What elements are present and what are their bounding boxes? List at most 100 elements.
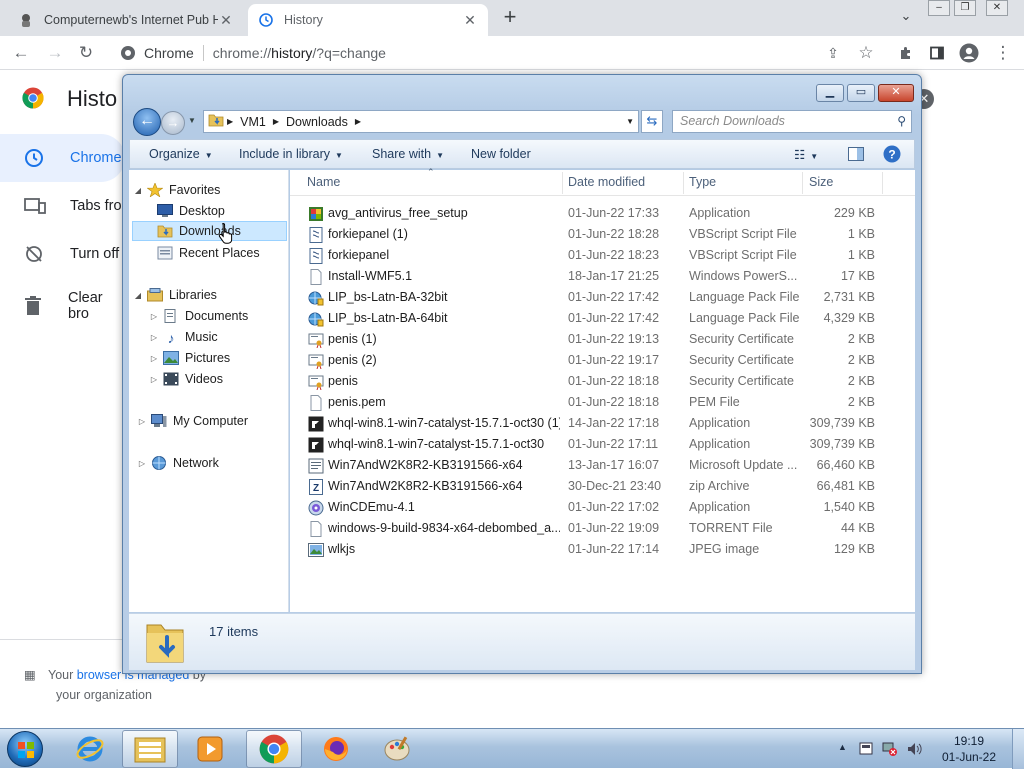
explorer-maximize-button[interactable]: ▭ (847, 84, 875, 102)
file-row[interactable]: whql-win8.1-win7-catalyst-15.7.1-oct30 01… (290, 434, 915, 455)
action-center-flag-icon[interactable] (858, 741, 874, 757)
tab-close-icon[interactable]: ✕ (462, 12, 478, 29)
file-row[interactable]: penis (2) 01-Jun-22 19:17 Security Certifi… (290, 350, 915, 371)
file-row[interactable]: windows-9-build-9834-x64-debombed_a... 01… (290, 518, 915, 539)
tree-videos[interactable]: ▷ Videos (149, 369, 223, 389)
file-row[interactable]: LIP_bs-Latn-BA-64bit 01-Jun-22 17:42 Langu… (290, 308, 915, 329)
file-row[interactable]: penis (1) 01-Jun-22 19:13 Security Certifi… (290, 329, 915, 350)
address-bar[interactable]: Chrome chrome://history/?q=change (108, 39, 888, 67)
column-divider[interactable] (562, 172, 563, 194)
column-size[interactable]: Size (809, 175, 833, 189)
internet-explorer-icon[interactable] (62, 730, 118, 768)
tree-desktop[interactable]: Desktop (157, 201, 225, 221)
help-icon[interactable]: ? (883, 145, 901, 166)
firefox-icon[interactable] (308, 730, 364, 768)
collapse-arrow-icon[interactable]: ◢ (133, 291, 143, 300)
file-row[interactable]: penis 01-Jun-22 18:18 Security Certificate… (290, 371, 915, 392)
tree-favorites[interactable]: ◢ Favorites (133, 180, 220, 200)
file-row[interactable]: whql-win8.1-win7-catalyst-15.7.1-oct30 (… (290, 413, 915, 434)
tab-history[interactable]: History ✕ (248, 4, 488, 36)
expand-arrow-icon[interactable]: ▷ (149, 312, 159, 321)
tree-network[interactable]: ▷ Network (137, 453, 219, 473)
preview-pane-icon[interactable] (848, 147, 864, 164)
system-clock[interactable]: 19:19 01-Jun-22 (930, 733, 1008, 765)
expand-arrow-icon[interactable]: ▷ (149, 375, 159, 384)
minimize-window-button[interactable]: ‒ (928, 0, 950, 16)
view-options-icon[interactable]: ☷ ▼ (794, 147, 818, 162)
expand-arrow-icon[interactable]: ▷ (149, 333, 159, 342)
file-row[interactable]: LIP_bs-Latn-BA-32bit 01-Jun-22 17:42 Langu… (290, 287, 915, 308)
collapse-arrow-icon[interactable]: ◢ (133, 186, 143, 195)
tree-recent-places[interactable]: Recent Places (157, 243, 260, 263)
breadcrumb-downloads[interactable]: Downloads (286, 115, 348, 129)
share-icon[interactable]: ⇪ (822, 42, 844, 64)
breadcrumb-chevron-icon[interactable]: ▶ (355, 117, 361, 126)
bookmark-star-icon[interactable]: ☆ (855, 42, 877, 64)
breadcrumb-chevron-icon[interactable]: ▶ (227, 117, 233, 126)
tree-my-computer[interactable]: ▷ My Computer (137, 411, 248, 431)
explorer-back-button[interactable]: ← (133, 108, 161, 136)
file-row[interactable]: wlkjs 01-Jun-22 17:14 JPEG image 129 KB (290, 539, 915, 560)
tree-music[interactable]: ▷ ♪ Music (149, 327, 218, 347)
file-row[interactable]: Win7AndW2K8R2-KB3191566-x64 13-Jan-17 16:… (290, 455, 915, 476)
column-divider[interactable] (802, 172, 803, 194)
paint-icon[interactable] (370, 730, 426, 768)
file-explorer-icon[interactable] (122, 730, 178, 768)
search-downloads-input[interactable]: Search Downloads ⚲ (672, 110, 912, 133)
explorer-address-bar[interactable]: ▶ VM1 ▶ Downloads ▶ ▼ (203, 110, 639, 133)
nav-turn-off-history[interactable]: Turn off (0, 230, 125, 278)
address-history-chevron-icon[interactable]: ▼ (626, 117, 634, 126)
recent-pages-chevron-icon[interactable]: ▼ (188, 116, 196, 125)
column-divider[interactable] (683, 172, 684, 194)
show-desktop-button[interactable] (1012, 729, 1024, 769)
volume-speaker-icon[interactable] (906, 741, 922, 757)
restore-window-button[interactable]: ❐ (954, 0, 976, 16)
reload-icon[interactable]: ↻ (75, 42, 97, 64)
tab-search-chevron-icon[interactable]: ⌄ (896, 8, 916, 28)
breadcrumb-chevron-icon[interactable]: ▶ (273, 117, 279, 126)
breadcrumb-vm1[interactable]: VM1 (240, 115, 266, 129)
tab-computernewb[interactable]: Computernewb's Internet Pub H ✕ (8, 4, 244, 36)
back-arrow-icon[interactable]: ← (10, 42, 32, 64)
explorer-forward-button[interactable]: → (161, 111, 185, 135)
new-folder-button[interactable]: New folder (471, 147, 531, 161)
nav-tabs-from-other-devices[interactable]: Tabs fro (0, 182, 125, 230)
close-window-button[interactable]: ✕ (986, 0, 1008, 16)
column-name[interactable]: Name (307, 175, 340, 189)
media-player-icon[interactable] (182, 730, 238, 768)
tree-libraries[interactable]: ◢ Libraries (133, 285, 217, 305)
tab-close-icon[interactable]: ✕ (218, 12, 234, 29)
show-hidden-icons-icon[interactable]: ▲ (838, 742, 847, 752)
include-in-library-button[interactable]: Include in library ▼ (239, 147, 343, 161)
column-date-modified[interactable]: Date modified (568, 175, 645, 189)
expand-arrow-icon[interactable]: ▷ (137, 417, 147, 426)
network-disconnected-icon[interactable] (882, 741, 898, 757)
chrome-taskbar-icon[interactable] (246, 730, 302, 768)
side-panel-icon[interactable] (926, 42, 948, 64)
column-type[interactable]: Type (689, 175, 716, 189)
expand-arrow-icon[interactable]: ▷ (137, 459, 147, 468)
tree-pictures[interactable]: ▷ Pictures (149, 348, 230, 368)
explorer-close-button[interactable]: ✕ (878, 84, 914, 102)
forward-arrow-icon[interactable]: → (44, 42, 66, 64)
file-row[interactable]: forkiepanel (1) 01-Jun-22 18:28 VBScript S… (290, 224, 915, 245)
explorer-minimize-button[interactable]: ▁ (816, 84, 844, 102)
extensions-puzzle-icon[interactable] (895, 42, 917, 64)
start-button-windows-icon[interactable] (7, 731, 43, 767)
refresh-icon[interactable]: ⇆ (641, 110, 663, 133)
file-row[interactable]: avg_antivirus_free_setup 01-Jun-22 17:33 A… (290, 203, 915, 224)
profile-avatar-icon[interactable] (958, 42, 980, 64)
column-divider[interactable] (882, 172, 883, 194)
file-row[interactable]: forkiepanel 01-Jun-22 18:23 VBScript Scrip… (290, 245, 915, 266)
organize-button[interactable]: Organize ▼ (149, 147, 213, 161)
nav-chrome-history[interactable]: Chrome (0, 134, 125, 182)
expand-arrow-icon[interactable]: ▷ (149, 354, 159, 363)
file-row[interactable]: WinCDEmu-4.1 01-Jun-22 17:02 Application 1,… (290, 497, 915, 518)
file-row[interactable]: Install-WMF5.1 18-Jan-17 21:25 Windows Pow… (290, 266, 915, 287)
file-row[interactable]: penis.pem 01-Jun-22 18:18 PEM File 2 KB (290, 392, 915, 413)
share-with-button[interactable]: Share with ▼ (372, 147, 444, 161)
new-tab-button[interactable]: + (498, 6, 522, 30)
chrome-menu-icon[interactable]: ⋮ (992, 42, 1014, 64)
nav-clear-browsing-data[interactable]: Clear bro (0, 282, 125, 330)
tree-downloads[interactable]: Downloads (132, 221, 287, 241)
